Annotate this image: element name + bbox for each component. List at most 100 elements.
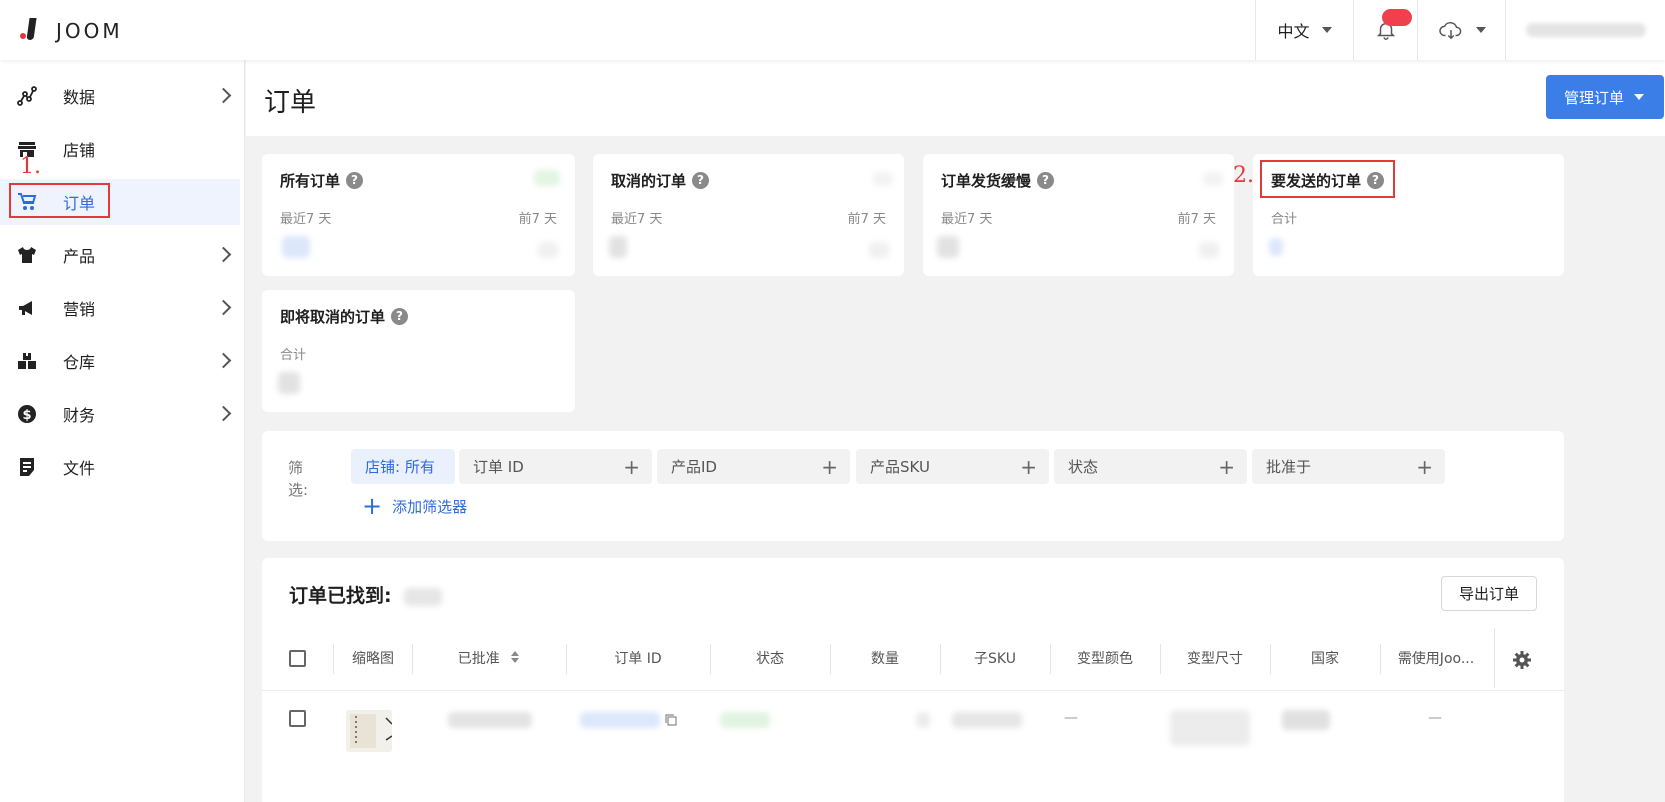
sidebar-item-marketing[interactable]: 营销 <box>0 285 245 331</box>
redacted-order-id[interactable] <box>580 712 660 728</box>
language-label: 中文 <box>1277 22 1310 41</box>
card-title: 取消的订单? <box>611 170 710 191</box>
sidebar-item-files[interactable]: 文件 <box>0 444 245 490</box>
column-header-order-id: 订单 ID <box>614 651 662 667</box>
annotation-box-to-send <box>1260 160 1395 198</box>
redacted-size <box>1170 710 1250 746</box>
results-title: 订单已找到: <box>289 581 443 608</box>
help-icon[interactable]: ? <box>346 172 364 189</box>
document-icon <box>17 457 37 477</box>
chevron-right-icon <box>215 405 232 422</box>
product-thumbnail[interactable] <box>346 710 392 752</box>
redacted-value <box>609 236 627 258</box>
chevron-right-icon <box>215 246 232 263</box>
filter-chip-status[interactable]: 状态 + <box>1054 449 1247 484</box>
sidebar-item-label: 仓库 <box>63 353 96 372</box>
dollar-circle-icon: $ <box>17 404 37 424</box>
export-orders-button[interactable]: 导出订单 <box>1441 576 1537 611</box>
filter-chip-order-id[interactable]: 订单 ID + <box>459 449 652 484</box>
chevron-down-icon <box>1634 94 1645 100</box>
annotation-box-orders <box>9 183 110 218</box>
sidebar-item-label: 文件 <box>63 459 96 478</box>
plus-icon: + <box>623 455 640 479</box>
redacted-value <box>1203 172 1223 186</box>
annotation-step-1: 1. <box>20 154 41 179</box>
joom-logo[interactable]: JOOM <box>20 18 123 44</box>
filter-chip-approved[interactable]: 批准于 + <box>1252 449 1445 484</box>
add-filter-button[interactable]: + 添加筛选器 <box>362 492 467 520</box>
filter-label: 筛选: <box>288 459 309 499</box>
filter-chip-store[interactable]: 店铺: 所有 <box>351 449 455 484</box>
cloud-icon <box>1438 21 1461 40</box>
product-image <box>346 710 392 752</box>
redacted-value <box>873 172 893 186</box>
stat-card-to-cancel[interactable]: 即将取消的订单? 合计 <box>262 290 575 412</box>
chart-line-icon <box>17 86 37 106</box>
card-title: 订单发货缓慢? <box>941 170 1055 191</box>
filter-chip-product-sku[interactable]: 产品SKU + <box>856 449 1049 484</box>
redacted-status <box>720 712 770 728</box>
sidebar-item-warehouse[interactable]: 仓库 <box>0 338 245 384</box>
manage-orders-button[interactable]: 管理订单 <box>1546 75 1664 119</box>
select-all-checkbox[interactable] <box>289 650 306 667</box>
annotation-step-2: 2. <box>1233 163 1254 188</box>
column-header-quantity: 数量 <box>871 651 899 667</box>
redacted-value <box>534 170 560 186</box>
chevron-down-icon <box>1475 27 1486 33</box>
help-icon[interactable]: ? <box>692 172 710 189</box>
redacted-value <box>1269 238 1283 256</box>
card-left-label: 最近7 天 <box>280 212 332 227</box>
manage-orders-label: 管理订单 <box>1564 88 1625 107</box>
joom-logistics-value: — <box>1428 710 1442 726</box>
sidebar-item-label: 营销 <box>63 300 96 319</box>
help-icon[interactable]: ? <box>1037 172 1055 189</box>
plus-icon: + <box>1416 455 1433 479</box>
redacted-value <box>1199 242 1219 258</box>
stat-card-cancelled[interactable]: 取消的订单? 最近7 天 前7 天 <box>593 154 904 276</box>
column-header-variant-color: 变型颜色 <box>1077 651 1133 667</box>
gear-icon[interactable] <box>1512 650 1532 670</box>
card-title: 所有订单? <box>280 170 364 191</box>
card-left-label: 合计 <box>280 348 307 363</box>
row-checkbox[interactable] <box>289 710 306 727</box>
chip-label: 批准于 <box>1266 458 1312 476</box>
table-header-divider <box>262 690 1564 691</box>
column-header-thumbnail: 缩略图 <box>352 651 394 667</box>
chevron-right-icon <box>215 87 232 104</box>
column-header-status: 状态 <box>756 651 784 667</box>
redacted-date <box>448 712 532 728</box>
chip-label: 店铺: 所有 <box>365 458 435 476</box>
filter-chip-product-id[interactable]: 产品ID + <box>657 449 850 484</box>
upload-menu[interactable] <box>1417 0 1505 60</box>
redacted-sku <box>952 712 1022 728</box>
card-left-label: 最近7 天 <box>941 212 993 227</box>
sidebar-item-data[interactable]: 数据 <box>0 73 245 119</box>
top-bar: JOOM 中文 <box>0 0 1665 60</box>
notifications-button[interactable] <box>1353 0 1417 60</box>
card-title: 即将取消的订单? <box>280 306 409 327</box>
chevron-down-icon <box>1321 27 1332 33</box>
tshirt-icon <box>17 245 37 265</box>
chip-label: 状态 <box>1068 458 1099 476</box>
filter-panel: 筛选: 店铺: 所有 订单 ID + 产品ID + 产品SKU + 状态 + 批… <box>262 431 1564 541</box>
language-selector[interactable]: 中文 <box>1255 0 1353 60</box>
boxes-icon <box>17 351 37 371</box>
user-menu[interactable] <box>1505 0 1665 60</box>
sidebar-item-finance[interactable]: $ 财务 <box>0 391 245 437</box>
logo-text: JOOM <box>56 19 123 43</box>
card-left-label: 最近7 天 <box>611 212 663 227</box>
stat-card-slow-shipping[interactable]: 订单发货缓慢? 最近7 天 前7 天 <box>923 154 1234 276</box>
plus-icon: + <box>1218 455 1235 479</box>
plus-icon: + <box>362 492 383 520</box>
card-left-label: 合计 <box>1271 212 1298 227</box>
copy-icon[interactable] <box>665 714 677 726</box>
help-icon[interactable]: ? <box>391 308 409 325</box>
redacted-value <box>937 236 959 258</box>
joom-logo-mark <box>20 18 37 44</box>
column-header-approved[interactable]: 已批准 <box>412 648 566 668</box>
variant-color-value: — <box>1064 710 1078 726</box>
sidebar-item-label: 数据 <box>63 88 96 107</box>
stat-card-all-orders[interactable]: 所有订单? 最近7 天 前7 天 <box>262 154 575 276</box>
sidebar-item-products[interactable]: 产品 <box>0 232 245 278</box>
sidebar-item-label: 店铺 <box>63 141 96 160</box>
